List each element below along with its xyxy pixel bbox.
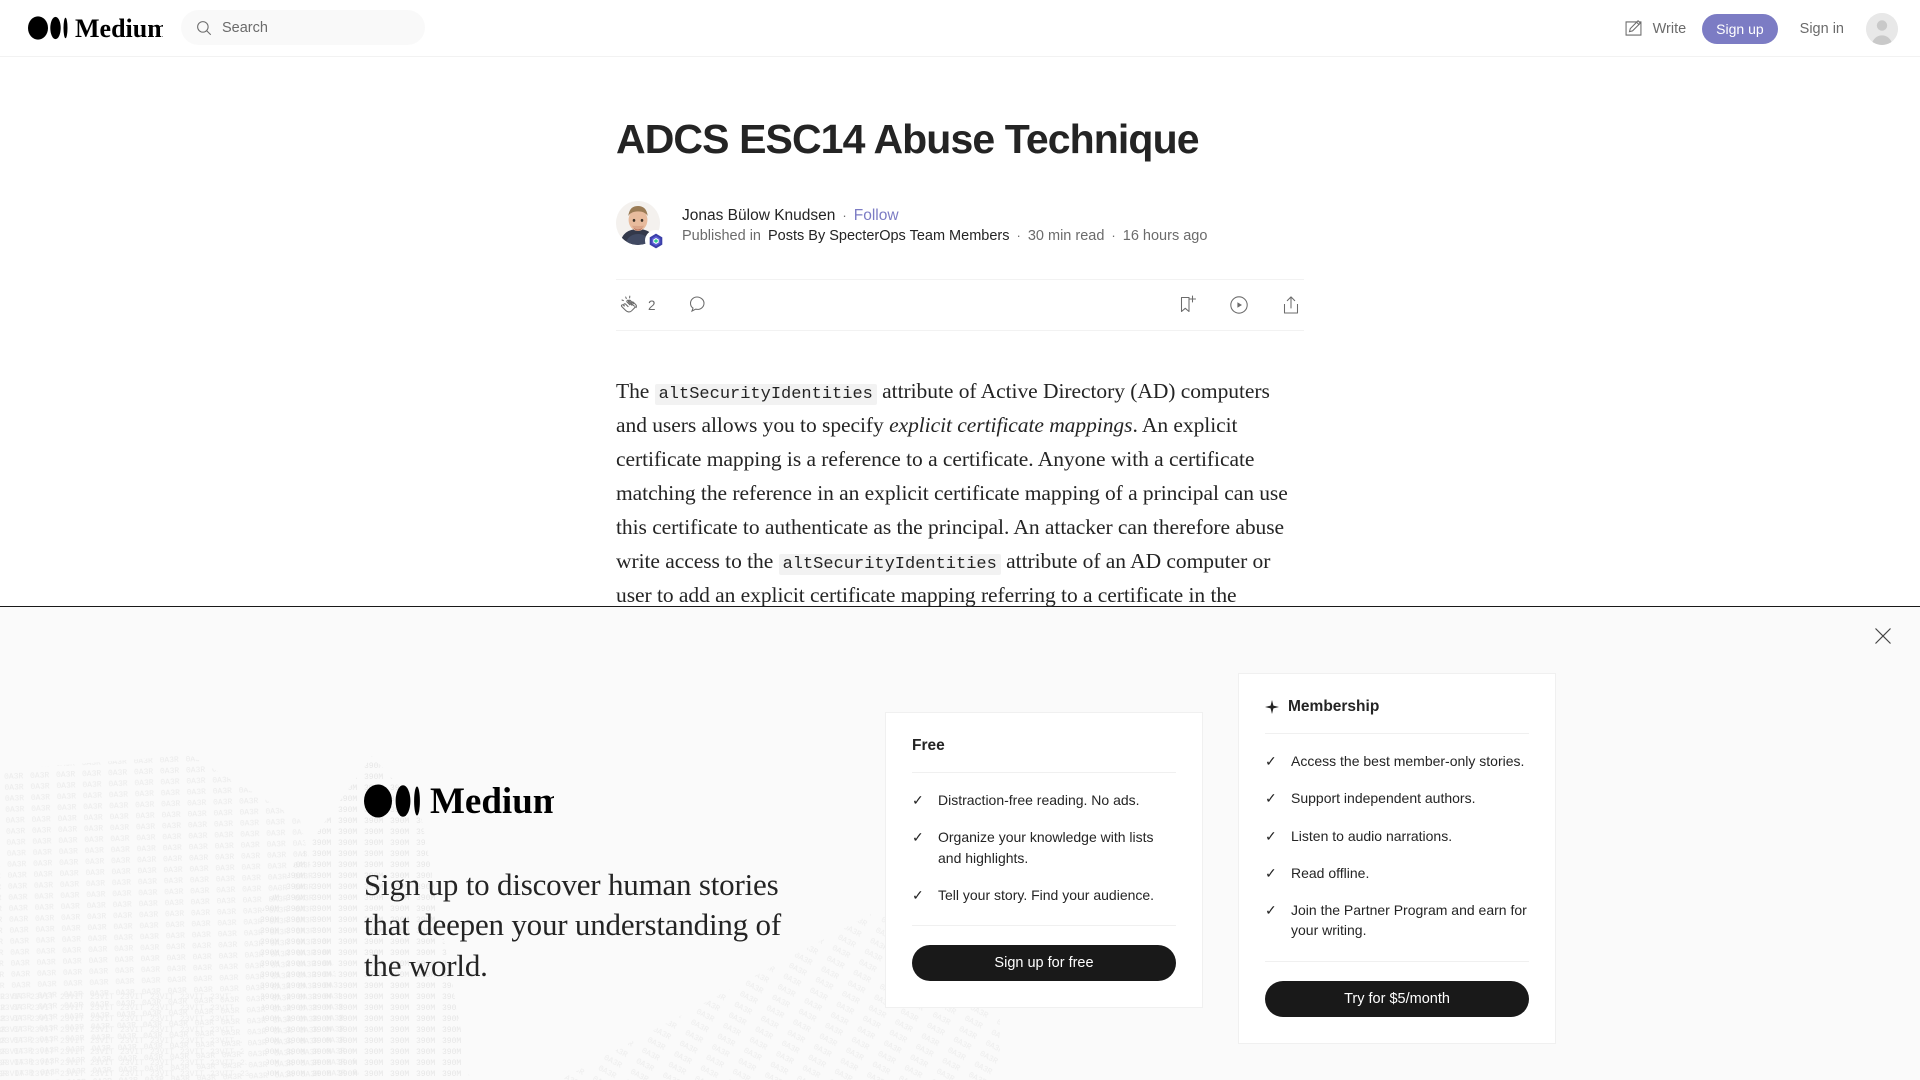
search-icon <box>197 20 212 35</box>
free-plan-card: Free ✓ Distraction-free reading. No ads.… <box>885 712 1203 1009</box>
svg-text:Medium: Medium <box>75 15 163 41</box>
signup-for-free-button[interactable]: Sign up for free <box>912 945 1176 982</box>
comment-button[interactable] <box>686 293 710 317</box>
check-icon: ✓ <box>1265 864 1277 881</box>
benefit-text: Distraction-free reading. No ads. <box>938 792 1140 808</box>
byline-separator-2: · <box>1016 227 1021 243</box>
list-item: ✓ Tell your story. Find your audience. <box>912 885 1176 905</box>
benefit-text: Listen to audio narrations. <box>1291 827 1453 844</box>
check-icon: ✓ <box>912 792 924 808</box>
clap-button[interactable]: 2 <box>617 293 656 317</box>
benefit-text: Read offline. <box>1291 864 1370 881</box>
comment-icon <box>689 296 705 313</box>
share-button[interactable] <box>1279 293 1303 317</box>
benefit-text: Support independent authors. <box>1291 790 1476 807</box>
inline-code-2: altSecurityIdentities <box>778 554 1001 576</box>
check-icon: ✓ <box>1265 827 1277 844</box>
published-in-label: Published in <box>682 227 761 244</box>
benefit-text: Tell your story. Find your audience. <box>938 886 1155 903</box>
check-icon: ✓ <box>1265 902 1277 919</box>
divider <box>1265 733 1529 734</box>
user-avatar-button[interactable] <box>1866 12 1898 45</box>
benefit-text: Organize your knowledge with lists and h… <box>938 829 1154 866</box>
check-icon: ✓ <box>1265 790 1277 807</box>
listen-button[interactable] <box>1227 293 1251 317</box>
publication-badge <box>645 230 666 252</box>
membership-plan-title: Membership <box>1265 698 1529 716</box>
inline-code-1: altSecurityIdentities <box>654 384 877 406</box>
bookmark-add-icon <box>1180 295 1197 313</box>
action-bar-right <box>1175 293 1303 317</box>
clap-count: 2 <box>648 297 656 313</box>
membership-plan-title-text: Membership <box>1288 698 1380 715</box>
membership-plan-card: Membership ✓ Access the best member-only… <box>1238 673 1556 1044</box>
divider-2 <box>912 925 1176 927</box>
check-icon: ✓ <box>912 829 924 846</box>
body-emphasis-1: explicit certificate mappings <box>889 413 1133 438</box>
list-item: ✓ Organize your knowledge with lists and… <box>912 827 1176 868</box>
share-icon <box>1283 296 1299 314</box>
search-box[interactable] <box>181 10 425 45</box>
byline: Jonas Bülow Knudsen · Follow Published i… <box>616 201 1304 252</box>
check-icon: ✓ <box>1265 753 1277 769</box>
divider-2 <box>1265 960 1529 962</box>
signup-button[interactable]: Sign up <box>1702 13 1778 44</box>
list-item: ✓ Support independent authors. <box>1265 788 1529 808</box>
header-actions: Write Sign up Sign in <box>1623 0 1898 57</box>
banner-left-column: Medium Sign up to discover human stories… <box>364 781 824 986</box>
listen-play-icon <box>1230 296 1248 315</box>
medium-wordmark-icon: Medium <box>28 15 163 41</box>
byline-separator: · <box>842 207 847 223</box>
medium-logo[interactable]: Medium <box>28 11 163 45</box>
list-item: ✓ Access the best member-only stories. <box>1265 751 1529 771</box>
clap-icon <box>620 296 637 313</box>
action-bar-left: 2 <box>617 293 710 317</box>
list-item: ✓ Distraction-free reading. No ads. <box>912 790 1176 810</box>
free-plan-benefits: ✓ Distraction-free reading. No ads. ✓ Or… <box>912 790 1176 905</box>
write-button[interactable]: Write <box>1623 13 1703 45</box>
byline-text: Jonas Bülow Knudsen · Follow Published i… <box>682 207 1207 244</box>
follow-link[interactable]: Follow <box>854 207 899 225</box>
benefit-text: Join the Partner Program and earn for yo… <box>1291 902 1527 939</box>
list-item: ✓ Read offline. <box>1265 863 1529 883</box>
published-date: 16 hours ago <box>1122 227 1208 244</box>
medium-wordmark-icon-large: Medium <box>364 781 564 822</box>
free-plan-title: Free <box>912 737 1176 755</box>
article-container: ADCS ESC14 Abuse Technique Jonas Bülow K… <box>616 57 1304 669</box>
site-header: Medium Write Sign up Sign in <box>0 0 1920 57</box>
author-avatar-wrap[interactable] <box>616 201 666 252</box>
publication-link[interactable]: Posts By SpecterOps Team Members <box>768 228 1010 244</box>
user-avatar-icon <box>1866 12 1898 45</box>
signin-button[interactable]: Sign in <box>1788 14 1856 44</box>
list-item: ✓ Join the Partner Program and earn for … <box>1265 900 1529 941</box>
byline-meta-row: Published in Posts By SpecterOps Team Me… <box>682 228 1207 244</box>
read-time: 30 min read <box>1027 227 1105 244</box>
article-action-bar: 2 <box>616 279 1304 332</box>
page-title: ADCS ESC14 Abuse Technique <box>616 116 1200 162</box>
sparkle-icon <box>1265 700 1279 714</box>
signup-banner: 0A3R 390M 23VIT 0A3R <box>0 606 1920 1080</box>
divider <box>912 772 1176 773</box>
write-pencil-icon <box>1625 20 1642 36</box>
body-seg-1: The <box>616 379 655 404</box>
free-plan-title-text: Free <box>912 737 945 754</box>
specterops-logo-icon <box>646 232 665 250</box>
byline-author-row: Jonas Bülow Knudsen · Follow <box>682 207 1207 225</box>
bookmark-button[interactable] <box>1175 293 1199 317</box>
banner-medium-logo: Medium <box>364 781 824 825</box>
svg-text:Medium: Medium <box>430 782 554 820</box>
banner-headline: Sign up to discover human stories that d… <box>364 867 781 983</box>
write-label: Write <box>1652 20 1687 37</box>
list-item: ✓ Listen to audio narrations. <box>1265 826 1529 846</box>
author-name: Jonas Bülow Knudsen <box>682 206 836 224</box>
medium-article-page: Medium Write Sign up Sign in <box>0 0 1920 1080</box>
membership-plan-benefits: ✓ Access the best member-only stories. ✓… <box>1265 751 1529 941</box>
banner-content: Medium Sign up to discover human stories… <box>0 607 1920 1080</box>
check-icon: ✓ <box>912 886 924 903</box>
byline-separator-3: · <box>1111 227 1116 243</box>
try-membership-button[interactable]: Try for $5/month <box>1265 980 1529 1017</box>
benefit-text: Access the best member-only stories. <box>1291 753 1525 769</box>
search-input[interactable] <box>222 19 402 36</box>
